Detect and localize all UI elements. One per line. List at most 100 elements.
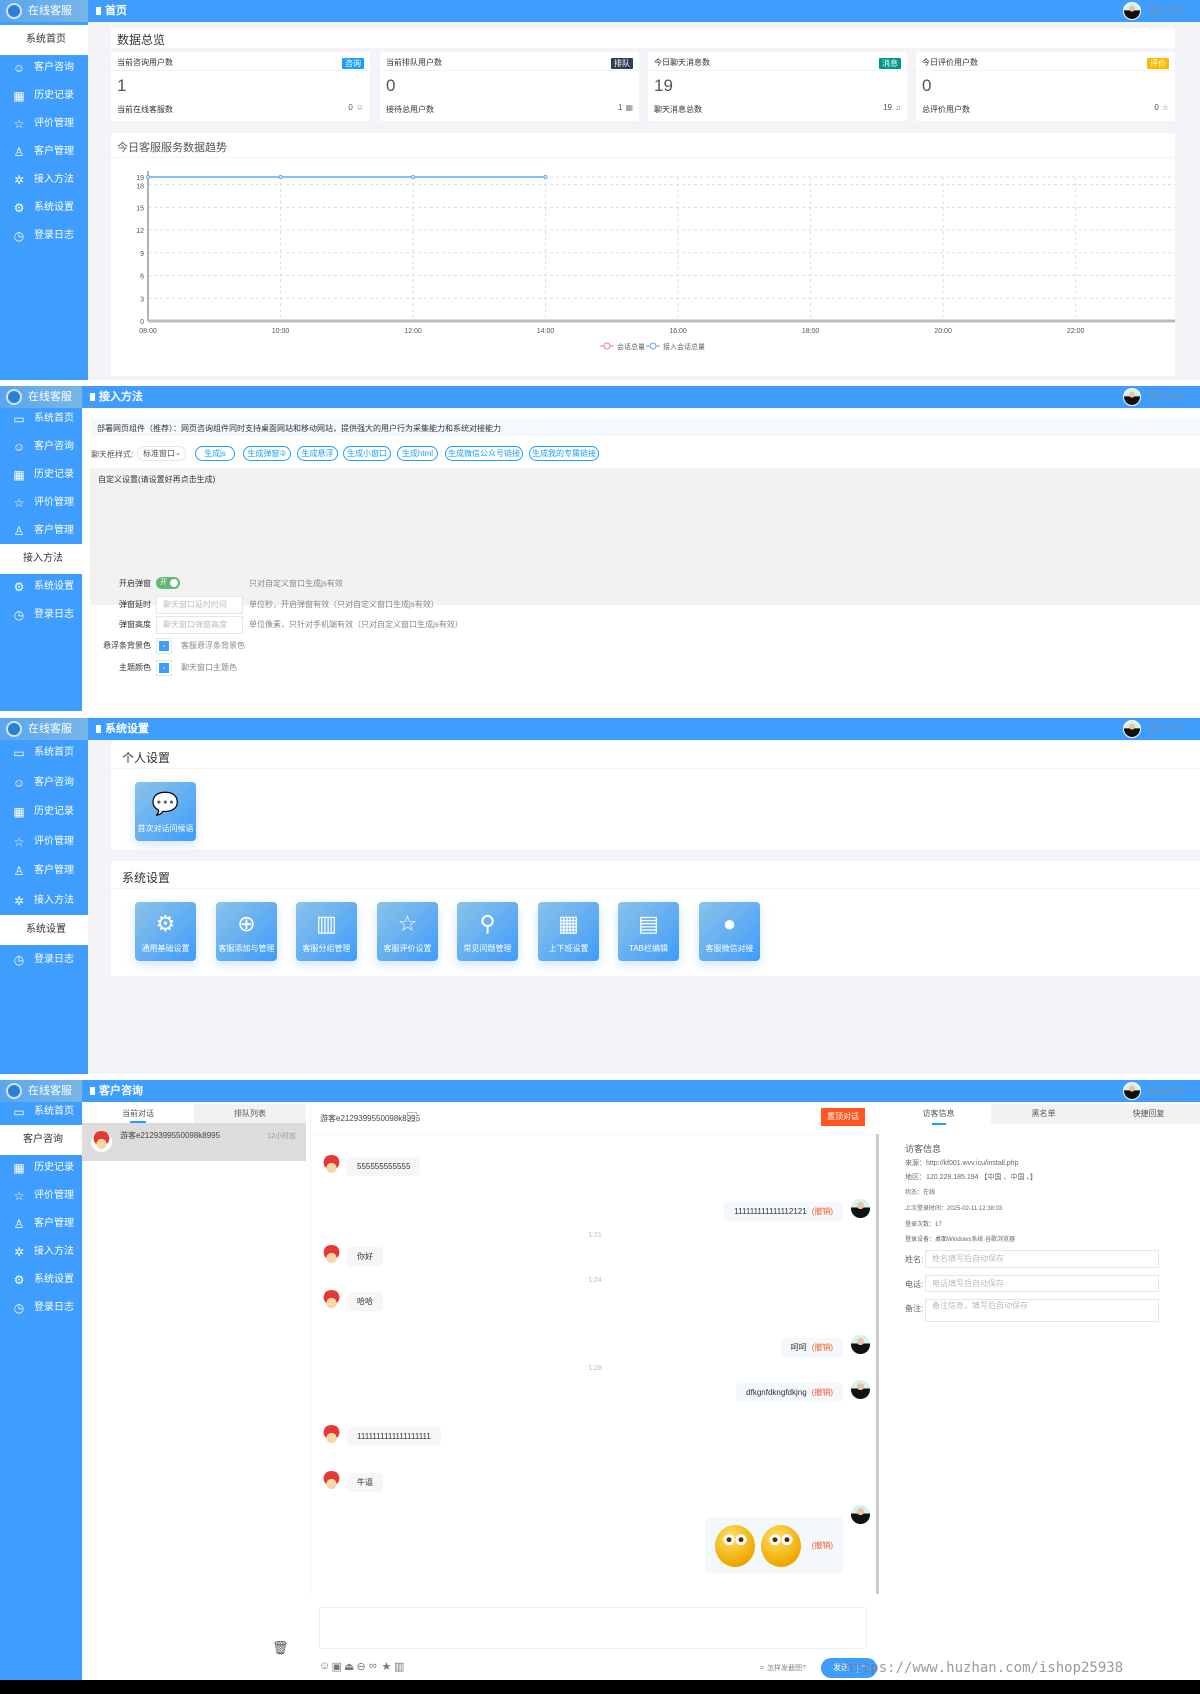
field-input-2[interactable]: 备注信息，填写后自动保存 — [925, 1299, 1159, 1322]
sidebar-item-0[interactable]: ▭ 系统首页 — [0, 1099, 82, 1125]
file-upload-icon[interactable]: ⏏ — [344, 1660, 354, 1673]
sidebar-item-5[interactable]: ✲ 接入方法 — [0, 888, 88, 914]
generate-button-5[interactable]: 生成微信公众号链接 — [445, 446, 523, 461]
x-tick-label: 20:00 — [934, 328, 952, 335]
sidebar-item-4[interactable]: ♙ 客户管理 — [0, 1211, 82, 1237]
sidebar-item-1[interactable]: ☺ 客户咨询 — [0, 770, 88, 796]
visitor-avatar — [91, 1131, 112, 1152]
smile-icon[interactable]: ☺ — [319, 1660, 330, 1672]
generate-button-4[interactable]: 生成html — [397, 446, 438, 461]
star-icon[interactable]: ★ — [382, 1660, 392, 1673]
user-menu[interactable]: 客服 在线 — [1123, 388, 1186, 406]
settings-tile[interactable]: ▦ 上下班设置 — [538, 902, 599, 961]
field-input-1[interactable]: 电话填写后自动保存 — [925, 1275, 1159, 1292]
screenshot-help-link[interactable]: ⌗ 怎样发截图? — [760, 1663, 806, 1673]
sidebar-item-5[interactable]: 接入方法 — [0, 544, 82, 574]
sidebar-item-4[interactable]: ♙ 客户管理 — [0, 858, 88, 884]
sidebar-item-3[interactable]: ☆ 评价管理 — [0, 1183, 82, 1209]
sidebar-item-1[interactable]: ☺ 客户咨询 — [0, 434, 82, 460]
top-header: 在线客服 客户咨询 客服 在线 — [0, 1080, 1200, 1102]
sidebar-item-label: 评价管理 — [34, 1190, 74, 1201]
popup-toggle[interactable]: 开 — [156, 577, 180, 589]
visitor-message: 你好 — [347, 1247, 383, 1266]
generate-button-6[interactable]: 生成我的专属链接 — [529, 446, 599, 461]
setting-label: 弹窗延时 — [119, 600, 151, 609]
recall-link[interactable]: (撤销) — [812, 1388, 833, 1397]
user-menu[interactable]: 客服 在线 — [1123, 720, 1186, 738]
recall-link[interactable]: (撤销) — [812, 1541, 833, 1550]
sidebar-item-0[interactable]: ▭ 系统首页 — [0, 406, 82, 432]
setting-input-1[interactable]: 聊天窗口延时时间 — [156, 596, 243, 614]
divider — [311, 1134, 880, 1135]
sidebar-item-label: 登录日志 — [34, 953, 74, 965]
minus-circle-icon[interactable]: ⊖ — [357, 1660, 366, 1673]
page-title: 系统设置 — [96, 718, 149, 740]
conversation-item[interactable]: 游客e2129399550098k8995 12小时前 — [82, 1123, 306, 1161]
sidebar-item-3[interactable]: ☆ 评价管理 — [0, 829, 88, 855]
bottom-black-bar — [0, 1680, 1200, 1694]
add-icon[interactable]: + — [407, 1112, 417, 1122]
settings-tile[interactable]: ⚲ 常见问题管理 — [457, 902, 518, 961]
user-menu[interactable]: 客服 在线 — [1123, 1082, 1186, 1100]
generate-button-1[interactable]: 生成弹窗② — [243, 446, 291, 461]
sidebar-item-7[interactable]: ◷ 登录日志 — [0, 947, 88, 973]
generate-button-3[interactable]: 生成小窗口 — [343, 446, 391, 461]
tab-1[interactable]: 排队列表 — [194, 1104, 306, 1123]
field-input-0[interactable]: 姓名填写后自动保存 — [925, 1250, 1159, 1268]
app-logo[interactable]: 在线客服 — [0, 718, 88, 740]
sidebar-item-0[interactable]: ▭ 系统首页 — [0, 740, 88, 766]
sidebar-item-6[interactable]: ⚙ 系统设置 — [0, 1267, 82, 1293]
x-tick-label: 22:00 — [1067, 328, 1085, 335]
setting-hint: 单位像素，只针对手机端有效（只对自定义窗口生成js有效） — [249, 620, 463, 629]
pin-conversation-button[interactable]: 置顶对话 — [821, 1108, 865, 1126]
smiley-emoji-icon — [714, 1525, 755, 1567]
book-icon[interactable]: ▥ — [394, 1660, 404, 1673]
sidebar-item-2[interactable]: ▦ 历史记录 — [0, 799, 88, 825]
plus-circle-icon: ⊕ — [237, 911, 256, 936]
sidebar-item-2[interactable]: ▦ 历史记录 — [0, 1155, 82, 1181]
settings-tile[interactable]: 💬 首次对话问候语 — [135, 782, 196, 841]
trash-icon[interactable]: 🗑 — [272, 1640, 289, 1656]
input-placeholder: 聊天窗口延时时间 — [163, 600, 227, 609]
visitor-avatar — [321, 1155, 342, 1176]
color-picker-3[interactable]: ⌄ — [156, 638, 172, 654]
setting-input-2[interactable]: 聊天窗口弹窗高度 — [156, 616, 243, 634]
sidebar-item-2[interactable]: ▦ 历史记录 — [0, 462, 82, 488]
chat-scrollbar[interactable] — [876, 1134, 879, 1594]
settings-tile[interactable]: ⚙ 通用基础设置 — [135, 902, 196, 961]
sidebar-item-6[interactable]: 系统设置 — [0, 915, 88, 945]
settings-tile[interactable]: ● 客服微信对接 — [699, 902, 760, 961]
color-picker-4[interactable]: ⌄ — [156, 660, 172, 676]
chat-style-select[interactable]: 标准窗口 ⌄ — [137, 446, 186, 461]
sidebar-item-7[interactable]: ◷ 登录日志 — [0, 1295, 82, 1321]
recall-link[interactable]: (撤销) — [812, 1343, 833, 1352]
message-input[interactable] — [319, 1607, 867, 1649]
settings-tile[interactable]: ⊕ 客服添加与管理 — [216, 902, 277, 961]
sidebar-item-6[interactable]: ⚙ 系统设置 — [0, 574, 82, 600]
tab-0[interactable]: 访客信息 — [886, 1104, 991, 1124]
sidebar-item-1[interactable]: 客户咨询 — [0, 1125, 82, 1155]
agent-avatar — [1123, 720, 1142, 738]
sidebar-item-3[interactable]: ☆ 评价管理 — [0, 490, 82, 516]
visitor-info-title: 访客信息 — [905, 1144, 942, 1154]
tab-2[interactable]: 快捷回复 — [1096, 1104, 1200, 1124]
settings-tile[interactable]: ▤ TAB栏编辑 — [618, 902, 679, 961]
tab-1[interactable]: 黑名单 — [991, 1104, 1096, 1124]
link-icon[interactable]: ∞ — [369, 1660, 377, 1672]
sidebar-item-7[interactable]: ◷ 登录日志 — [0, 602, 82, 628]
agent-avatar — [850, 1334, 871, 1355]
recall-link[interactable]: (撤销) — [812, 1207, 833, 1216]
generate-button-2[interactable]: 生成悬浮 — [297, 446, 338, 461]
user-icon: ♙ — [13, 864, 25, 878]
image-icon[interactable]: ▣ — [332, 1660, 342, 1673]
message-text: dfkgnfdkngfdkjng — [746, 1388, 807, 1397]
settings-tile[interactable]: ▥ 客服分组管理 — [296, 902, 357, 961]
sidebar-item-4[interactable]: ♙ 客户管理 — [0, 518, 82, 544]
settings-tile[interactable]: ☆ 客服评价设置 — [377, 902, 438, 961]
data-point — [278, 175, 283, 179]
generate-button-0[interactable]: 生成js — [195, 446, 235, 461]
logo-text: 在线客服 — [28, 723, 72, 735]
x-tick-label: 14:00 — [537, 328, 555, 335]
sidebar-item-5[interactable]: ✲ 接入方法 — [0, 1239, 82, 1265]
app-logo[interactable]: 在线客服 — [0, 386, 82, 408]
